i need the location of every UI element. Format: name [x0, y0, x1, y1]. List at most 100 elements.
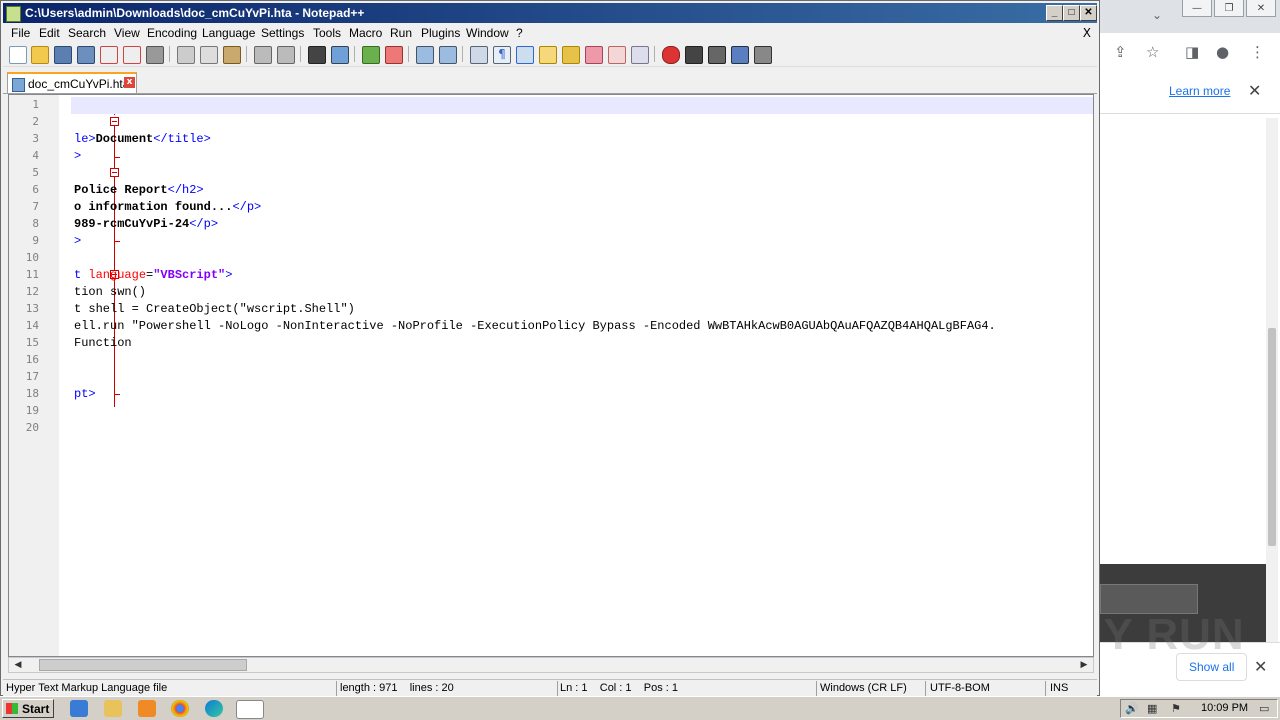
- maximize-button[interactable]: □: [1063, 5, 1080, 21]
- status-divider: [336, 681, 337, 696]
- save-icon[interactable]: [54, 46, 72, 64]
- browser-scroll-thumb[interactable]: [1268, 328, 1276, 546]
- menu-search[interactable]: Search: [68, 26, 106, 40]
- menu-encoding[interactable]: Encoding: [147, 26, 197, 40]
- fold-marker-icon[interactable]: [110, 117, 119, 126]
- close-icon[interactable]: [100, 46, 118, 64]
- menu-edit[interactable]: Edit: [39, 26, 60, 40]
- paste-icon[interactable]: [223, 46, 241, 64]
- monitor-icon[interactable]: [631, 46, 649, 64]
- redo-icon[interactable]: [277, 46, 295, 64]
- zoom-in-icon[interactable]: [362, 46, 380, 64]
- record-macro-icon[interactable]: [662, 46, 680, 64]
- scroll-left-icon[interactable]: ◀: [11, 659, 25, 671]
- fold-marker-icon[interactable]: [110, 168, 119, 177]
- menu-help[interactable]: ?: [516, 26, 523, 40]
- cut-icon[interactable]: [177, 46, 195, 64]
- menu-icon[interactable]: ⋮: [1250, 43, 1265, 61]
- bookmark-star-icon[interactable]: ☆: [1146, 43, 1159, 61]
- folder-workspace-icon[interactable]: [562, 46, 580, 64]
- close-button[interactable]: ✕: [1080, 5, 1097, 21]
- indent-guide-icon[interactable]: [516, 46, 534, 64]
- sync-scroll-icon[interactable]: [416, 46, 434, 64]
- code-line-3: le>Document</title>: [74, 131, 211, 148]
- code-line-12: tion swn(): [74, 285, 147, 299]
- undo-icon[interactable]: [254, 46, 272, 64]
- project-panel-icon[interactable]: [608, 46, 626, 64]
- menu-file[interactable]: File: [11, 26, 30, 40]
- status-bar: Hyper Text Markup Language file length :…: [3, 679, 1097, 697]
- edge-icon[interactable]: [205, 700, 223, 717]
- side-panel-icon[interactable]: ◨: [1185, 43, 1199, 61]
- close-icon[interactable]: ✕: [1246, 0, 1276, 17]
- minimize-button[interactable]: _: [1046, 5, 1063, 21]
- browser-window: ⌄ — ❐ ✕ ⇪ ☆ ◨ ● ⋮ Learn more ✕ Show all …: [1100, 0, 1280, 697]
- run-macro-multiple-icon[interactable]: [731, 46, 749, 64]
- media-player-icon[interactable]: [138, 700, 156, 717]
- toolbar-separator: [300, 46, 301, 62]
- copy-icon[interactable]: [200, 46, 218, 64]
- menu-plugins[interactable]: Plugins: [421, 26, 460, 40]
- print-icon[interactable]: [146, 46, 164, 64]
- show-desktop-icon[interactable]: ▭: [1259, 702, 1273, 715]
- play-macro-icon[interactable]: [708, 46, 726, 64]
- code-token: le>: [74, 132, 96, 146]
- show-all-chars-icon[interactable]: ¶: [493, 46, 511, 64]
- line-number: 15: [25, 336, 39, 349]
- close-all-icon[interactable]: [123, 46, 141, 64]
- tab-doc-cmcuyvpi[interactable]: doc_cmCuYvPi.hta x: [7, 72, 137, 93]
- stop-record-icon[interactable]: [685, 46, 703, 64]
- save-macro-icon[interactable]: [754, 46, 772, 64]
- save-all-icon[interactable]: [77, 46, 95, 64]
- menu-language[interactable]: Language: [202, 26, 255, 40]
- horizontal-scrollbar[interactable]: ◀ ▶: [8, 657, 1094, 673]
- status-divider: [1045, 681, 1046, 696]
- download-shelf-close-icon[interactable]: ✕: [1254, 657, 1267, 676]
- line-number: 8: [32, 217, 39, 230]
- horizontal-scroll-thumb[interactable]: [39, 659, 247, 671]
- function-list-icon[interactable]: [539, 46, 557, 64]
- word-wrap-icon[interactable]: [470, 46, 488, 64]
- find-icon[interactable]: [308, 46, 326, 64]
- editor-area[interactable]: 1 2 3 4 5 6 7 8 9 10 11 12 13 14 15 16 1…: [8, 94, 1094, 657]
- line-number: 3: [32, 132, 39, 145]
- internet-explorer-icon[interactable]: [70, 700, 88, 717]
- code-line-13: t shell = CreateObject("wscript.Shell"): [74, 302, 355, 316]
- volume-icon[interactable]: 🔊: [1125, 702, 1139, 715]
- file-explorer-icon[interactable]: [104, 700, 122, 717]
- menu-macro[interactable]: Macro: [349, 26, 382, 40]
- sync-scroll-horizontal-icon[interactable]: [439, 46, 457, 64]
- menu-window[interactable]: Window: [466, 26, 509, 40]
- start-button[interactable]: Start: [2, 699, 54, 718]
- replace-icon[interactable]: [331, 46, 349, 64]
- notepadpp-taskbar-icon[interactable]: [236, 700, 264, 719]
- chrome-icon[interactable]: [171, 700, 189, 717]
- open-folder-icon[interactable]: [31, 46, 49, 64]
- action-center-flag-icon[interactable]: ⚑: [1171, 702, 1185, 715]
- title-bar[interactable]: C:\Users\admin\Downloads\doc_cmCuYvPi.ht…: [3, 3, 1097, 23]
- line-number: 6: [32, 183, 39, 196]
- menu-run[interactable]: Run: [390, 26, 412, 40]
- infobar-close-icon[interactable]: ✕: [1248, 81, 1261, 100]
- browser-scrollbar[interactable]: [1266, 118, 1278, 644]
- learn-more-link[interactable]: Learn more: [1169, 84, 1230, 98]
- start-label: Start: [22, 702, 50, 716]
- browser-window-controls: — ❐ ✕: [1182, 0, 1276, 17]
- menu-view[interactable]: View: [114, 26, 140, 40]
- tab-close-icon[interactable]: x: [124, 77, 135, 88]
- menu-settings[interactable]: Settings: [261, 26, 304, 40]
- minimize-icon[interactable]: —: [1182, 0, 1212, 17]
- share-icon[interactable]: ⇪: [1114, 43, 1127, 61]
- scroll-right-icon[interactable]: ▶: [1077, 659, 1091, 671]
- profile-icon[interactable]: ●: [1216, 43, 1229, 61]
- fold-margin: [59, 95, 120, 656]
- zoom-out-icon[interactable]: [385, 46, 403, 64]
- network-icon[interactable]: ▦: [1147, 702, 1161, 715]
- menu-tools[interactable]: Tools: [313, 26, 341, 40]
- restore-icon[interactable]: ❐: [1214, 0, 1244, 17]
- tab-search-icon[interactable]: ⌄: [1152, 8, 1162, 22]
- document-map-icon[interactable]: [585, 46, 603, 64]
- line-number-gutter: 1 2 3 4 5 6 7 8 9 10 11 12 13 14 15 16 1…: [9, 95, 59, 656]
- close-document-x[interactable]: X: [1083, 26, 1091, 40]
- new-file-icon[interactable]: [9, 46, 27, 64]
